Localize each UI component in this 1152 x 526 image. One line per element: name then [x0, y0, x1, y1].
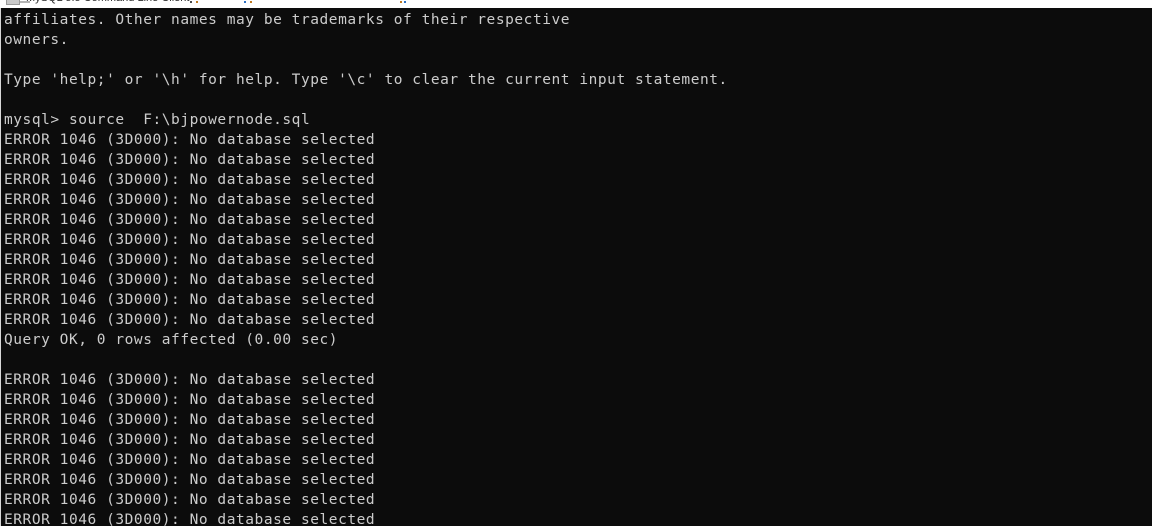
terminal-line: ERROR 1046 (3D000): No database selected [4, 152, 376, 168]
terminal-output-area[interactable]: affiliates. Other names may be trademark… [0, 8, 1152, 526]
mysql-window-icon [6, 0, 20, 5]
terminal-line: ERROR 1046 (3D000): No database selected [4, 132, 376, 148]
terminal-line: ERROR 1046 (3D000): No database selected [4, 212, 376, 228]
terminal-line: ERROR 1046 (3D000): No database selected [4, 172, 376, 188]
terminal-line: ERROR 1046 (3D000): No database selected [4, 452, 376, 468]
terminal-line: mysql> source F:\bjpowernode.sql [4, 112, 311, 128]
terminal-line: ERROR 1046 (3D000): No database selected [4, 392, 376, 408]
terminal-line: ERROR 1046 (3D000): No database selected [4, 432, 376, 448]
terminal-line: ERROR 1046 (3D000): No database selected [4, 272, 376, 288]
terminal-line: affiliates. Other names may be trademark… [4, 12, 571, 28]
terminal-line: ERROR 1046 (3D000): No database selected [4, 232, 376, 248]
terminal-line: ERROR 1046 (3D000): No database selected [4, 312, 376, 328]
terminal-line: ERROR 1046 (3D000): No database selected [4, 192, 376, 208]
terminal-line: Query OK, 0 rows affected (0.00 sec) [4, 332, 339, 348]
terminal-line: owners. [4, 32, 69, 48]
terminal-line: Type 'help;' or '\h' for help. Type '\c'… [4, 72, 728, 88]
terminal-line: ERROR 1046 (3D000): No database selected [4, 292, 376, 308]
terminal-line: ERROR 1046 (3D000): No database selected [4, 372, 376, 388]
terminal-line: ERROR 1046 (3D000): No database selected [4, 492, 376, 508]
terminal-line: ERROR 1046 (3D000): No database selected [4, 412, 376, 428]
mysql-console-window: MySQL 5.5 Command Line Client affiliates… [0, 0, 1152, 526]
window-title-text: MySQL 5.5 Command Line Client [26, 0, 189, 4]
terminal-line: ERROR 1046 (3D000): No database selected [4, 472, 376, 488]
terminal-line: ERROR 1046 (3D000): No database selected [4, 512, 376, 526]
terminal-line-list: affiliates. Other names may be trademark… [2, 10, 1152, 526]
terminal-line: ERROR 1046 (3D000): No database selected [4, 252, 376, 268]
window-title-bar[interactable]: MySQL 5.5 Command Line Client [0, 0, 1152, 8]
